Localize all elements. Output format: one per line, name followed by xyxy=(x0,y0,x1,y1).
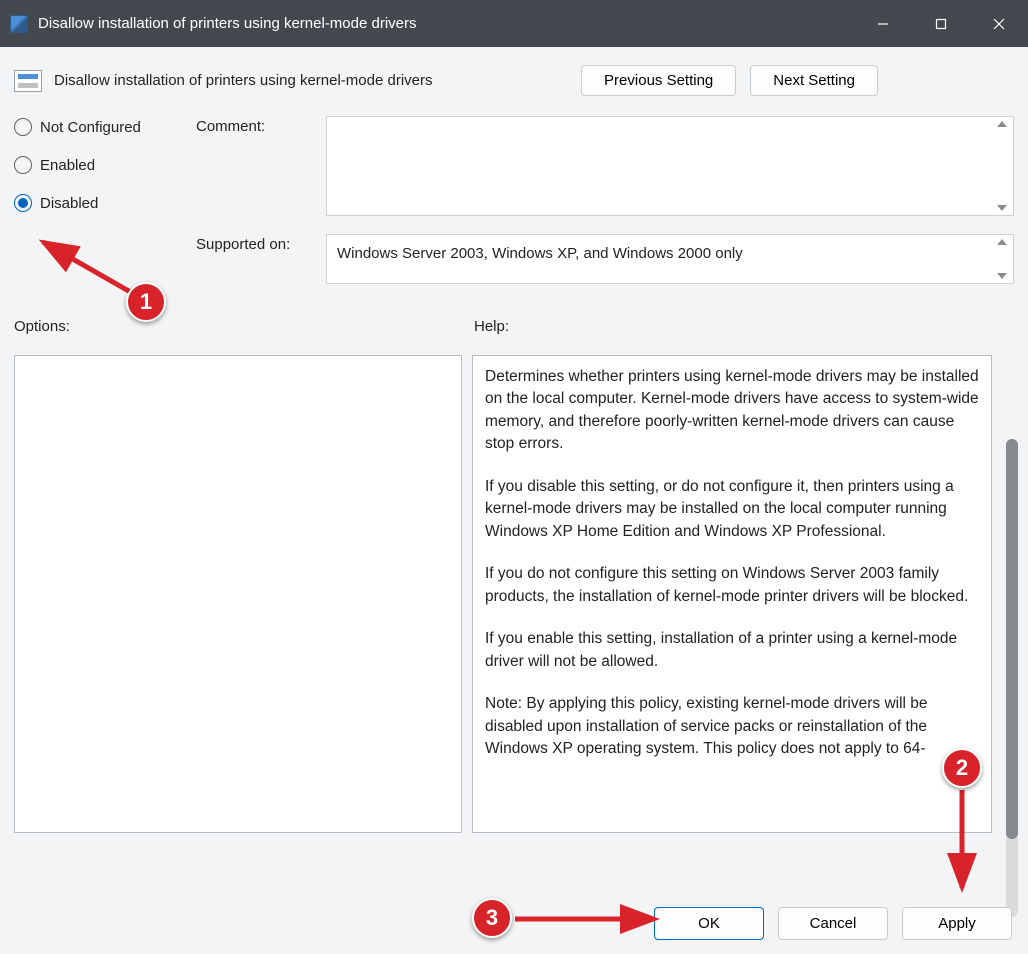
supported-on-box: Windows Server 2003, Windows XP, and Win… xyxy=(326,234,1014,284)
comment-input[interactable] xyxy=(326,116,1014,216)
radio-disabled[interactable]: Disabled xyxy=(14,194,196,212)
options-section-label: Options: xyxy=(14,318,474,335)
help-panel: Determines whether printers using kernel… xyxy=(472,355,992,833)
help-scrollbar[interactable] xyxy=(1006,439,1018,917)
scrollbar-thumb[interactable] xyxy=(1006,439,1018,839)
supported-on-label: Supported on: xyxy=(196,234,326,253)
help-text: If you disable this setting, or do not c… xyxy=(485,476,979,543)
options-panel xyxy=(14,355,462,833)
help-text: If you enable this setting, installation… xyxy=(485,628,979,673)
window-title: Disallow installation of printers using … xyxy=(38,15,417,32)
chevron-down-icon[interactable] xyxy=(997,273,1007,279)
minimize-icon xyxy=(877,18,889,30)
policy-name: Disallow installation of printers using … xyxy=(54,72,581,89)
radio-icon xyxy=(14,156,32,174)
apply-button[interactable]: Apply xyxy=(902,907,1012,940)
radio-label: Enabled xyxy=(40,157,95,174)
chevron-up-icon[interactable] xyxy=(997,239,1007,245)
close-icon xyxy=(993,18,1005,30)
radio-icon xyxy=(14,194,32,212)
help-text: Note: By applying this policy, existing … xyxy=(485,693,979,760)
policy-header: Disallow installation of printers using … xyxy=(0,47,1028,106)
policy-window-icon xyxy=(10,15,28,33)
radio-enabled[interactable]: Enabled xyxy=(14,156,196,174)
minimize-button[interactable] xyxy=(854,0,912,47)
maximize-icon xyxy=(935,18,947,30)
title-bar: Disallow installation of printers using … xyxy=(0,0,1028,47)
help-text: If you do not configure this setting on … xyxy=(485,563,979,608)
comment-spin xyxy=(993,119,1011,213)
supported-spin xyxy=(993,237,1011,281)
comment-label: Comment: xyxy=(196,116,326,135)
help-section-label: Help: xyxy=(474,318,509,335)
next-setting-button[interactable]: Next Setting xyxy=(750,65,878,96)
maximize-button[interactable] xyxy=(912,0,970,47)
help-text: Determines whether printers using kernel… xyxy=(485,366,979,456)
radio-not-configured[interactable]: Not Configured xyxy=(14,118,196,136)
radio-label: Disabled xyxy=(40,195,98,212)
previous-setting-button[interactable]: Previous Setting xyxy=(581,65,736,96)
policy-icon xyxy=(14,70,42,92)
radio-icon xyxy=(14,118,32,136)
close-button[interactable] xyxy=(970,0,1028,47)
ok-button[interactable]: OK xyxy=(654,907,764,940)
supported-on-value: Windows Server 2003, Windows XP, and Win… xyxy=(337,245,743,262)
window-controls xyxy=(854,0,1028,47)
cancel-button[interactable]: Cancel xyxy=(778,907,888,940)
state-radio-group: Not Configured Enabled Disabled xyxy=(14,116,196,302)
radio-label: Not Configured xyxy=(40,119,141,136)
chevron-up-icon[interactable] xyxy=(997,121,1007,127)
chevron-down-icon[interactable] xyxy=(997,205,1007,211)
